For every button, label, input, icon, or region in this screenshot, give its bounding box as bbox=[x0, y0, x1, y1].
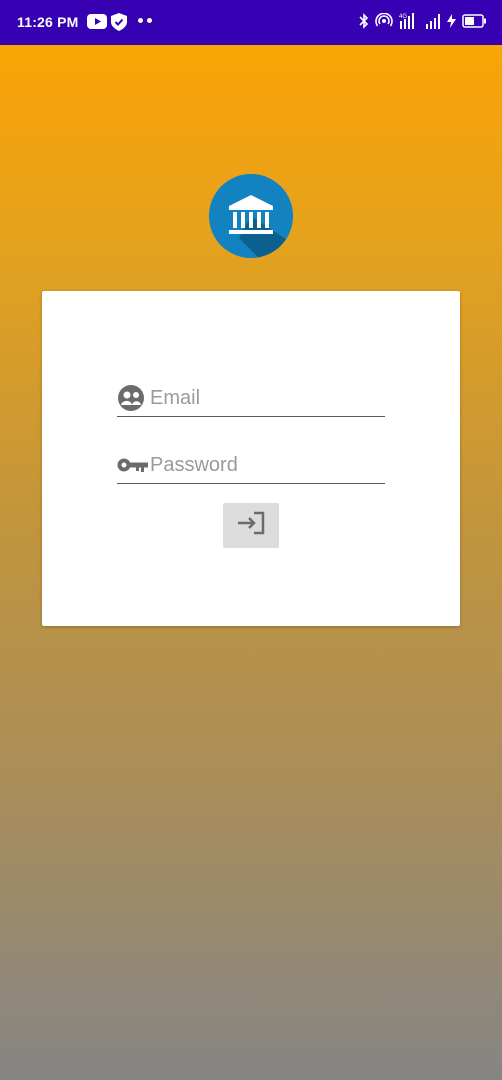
key-icon bbox=[117, 451, 149, 479]
shield-icon bbox=[111, 13, 127, 36]
password-placeholder: Password bbox=[150, 453, 238, 476]
login-card: Email Password bbox=[42, 291, 460, 626]
bank-icon bbox=[209, 174, 293, 258]
status-icons: 4G bbox=[359, 12, 486, 35]
status-time: 11:26 PM bbox=[17, 14, 79, 30]
password-field[interactable]: Password bbox=[117, 447, 385, 484]
signal-icon bbox=[425, 13, 441, 34]
account-circle-icon bbox=[117, 384, 149, 412]
hotspot-icon bbox=[375, 12, 393, 34]
4g-signal-icon: 4G bbox=[399, 12, 419, 35]
youtube-icon bbox=[87, 14, 107, 34]
email-field[interactable]: Email bbox=[117, 380, 385, 417]
status-bar: 11:26 PM 4G bbox=[0, 0, 502, 45]
battery-icon bbox=[462, 14, 486, 33]
svg-text:4G: 4G bbox=[399, 14, 407, 20]
email-placeholder: Email bbox=[150, 386, 201, 409]
login-icon bbox=[236, 510, 266, 541]
bluetooth-icon bbox=[359, 13, 369, 34]
charging-icon bbox=[447, 14, 456, 33]
bank-logo bbox=[209, 174, 293, 258]
login-button[interactable] bbox=[223, 503, 279, 548]
dots-icon bbox=[138, 18, 152, 23]
